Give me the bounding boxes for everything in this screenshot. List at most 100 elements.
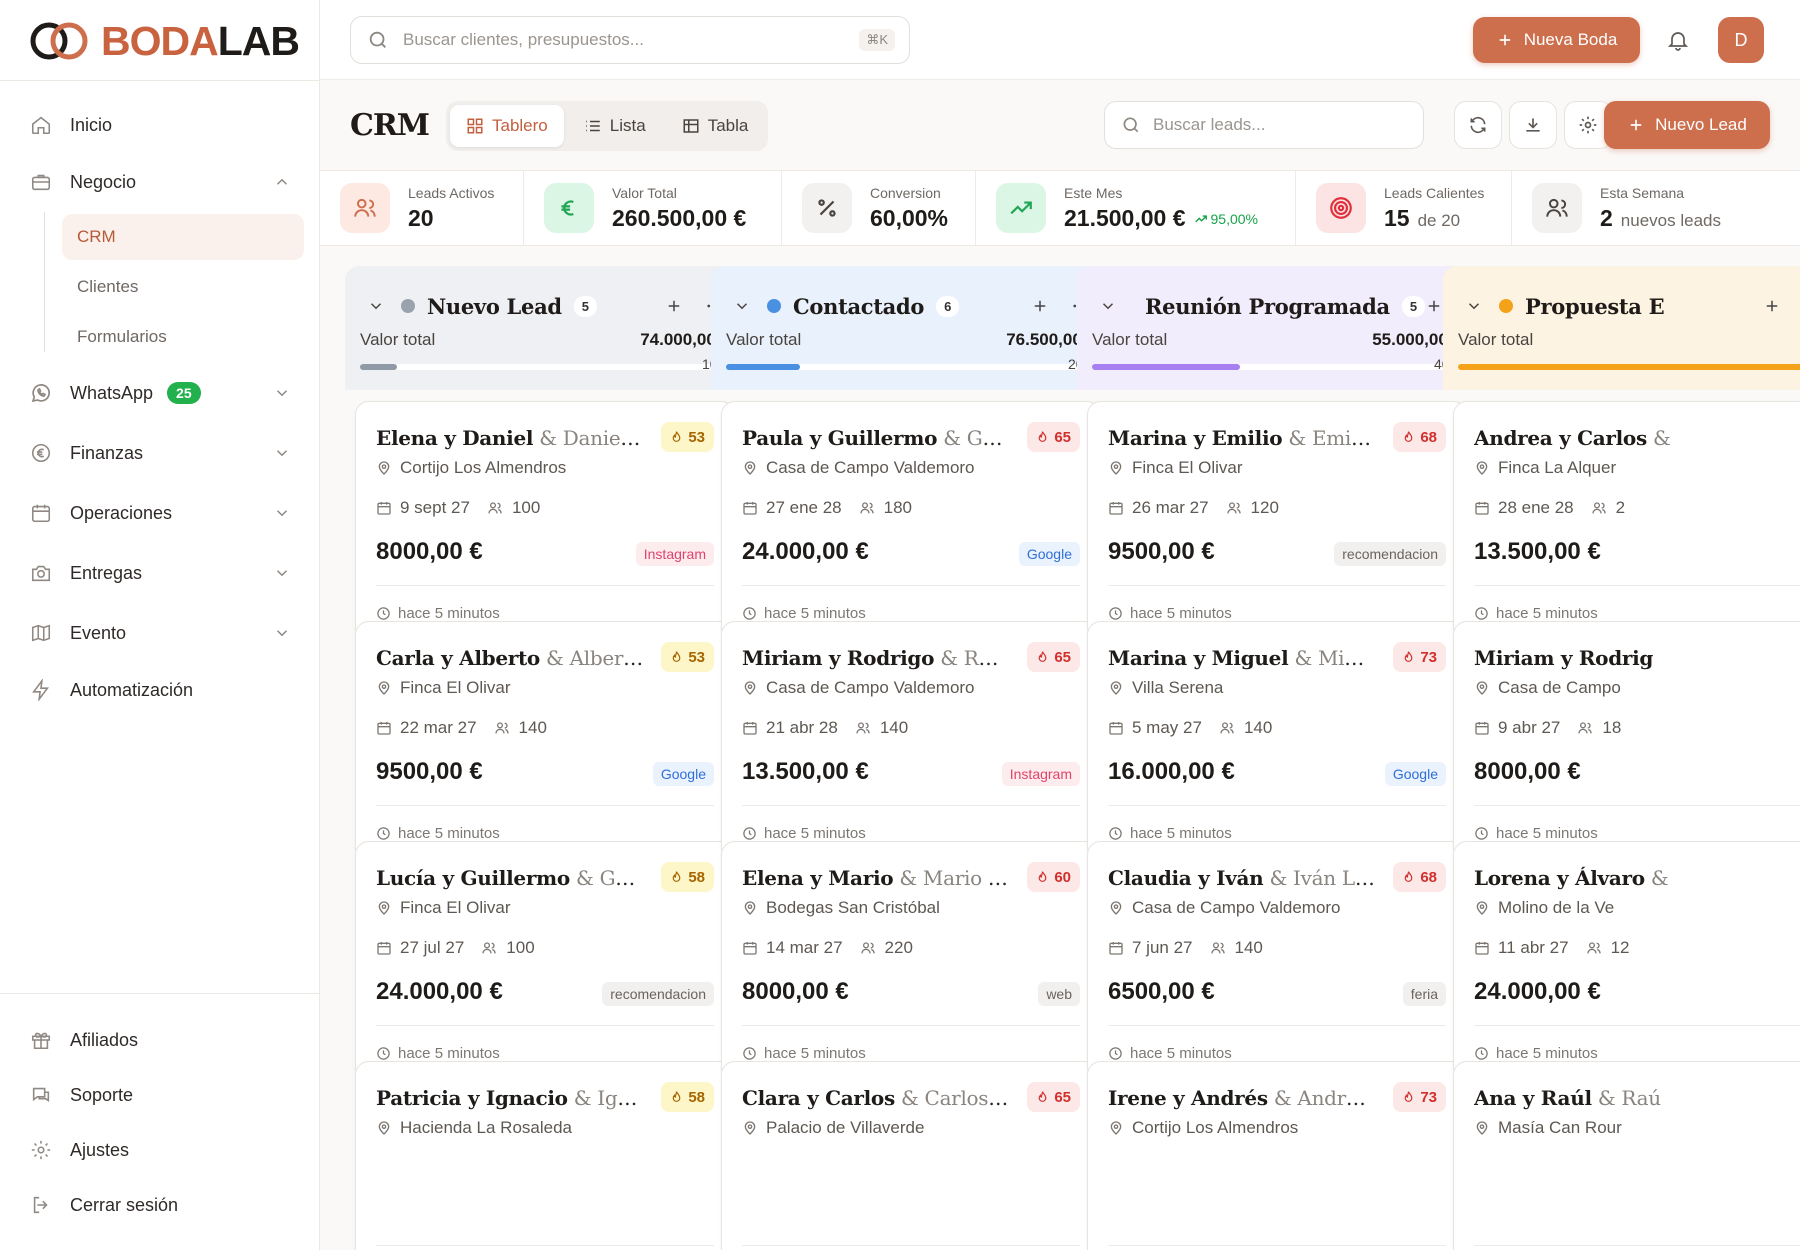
lead-timestamp: hace 5 minutos [1474,1045,1598,1062]
lead-card[interactable]: Lucía y Guillermo & Guillerm... 58 Finca… [355,841,735,1081]
tab-tablero[interactable]: Tablero [450,105,564,147]
sidebar-item-operaciones[interactable]: Operaciones [28,498,291,528]
clock-icon [1109,1047,1122,1060]
sidebar-item-label: Soporte [70,1084,134,1105]
sidebar-item-soporte[interactable]: Soporte [28,1080,291,1110]
wedding-date: 5 may 27 [1132,718,1202,737]
chevron-down-icon[interactable] [273,504,291,522]
lead-card[interactable]: Patricia y Ignacio & Ignacio Ar... 58 Ha… [355,1061,735,1250]
chevron-down-icon[interactable] [733,297,751,315]
avatar[interactable]: D [1718,17,1764,63]
lead-card[interactable]: Miriam y Rodrig Casa de Campo 9 abr 27 18… [1453,621,1800,861]
sidebar-item-automatizacion[interactable]: Automatización [28,675,291,705]
sidebar-item-formularios[interactable]: Formularios [62,314,304,360]
lead-card[interactable]: Elena y Mario & Mario Aguilar 60 Bodegas… [721,841,1101,1081]
new-lead-button[interactable]: Nuevo Lead [1604,101,1770,149]
partner-name: & [1650,866,1669,890]
users-icon [1591,502,1606,514]
sidebar-item-whatsapp[interactable]: WhatsApp 25 [28,378,291,408]
venue-name: Casa de Campo Valdemoro [1132,898,1341,917]
lead-card[interactable]: Marina y Miguel & Miguel Vega 73 Villa S… [1087,621,1467,861]
stat-label: Leads Calientes [1384,184,1485,201]
sidebar-item-negocio[interactable]: Negocio [28,167,291,197]
chevron-down-icon[interactable] [273,444,291,462]
lead-card[interactable]: Marina y Emilio & Emilio Ibáñez 68 Finca… [1087,401,1467,641]
sidebar-item-entregas[interactable]: Entregas [28,558,291,588]
venue: Casa de Campo Valdemoro [1108,898,1341,918]
lead-card[interactable]: Paula y Guillermo & Guillerm... 65 Casa … [721,401,1101,641]
lead-score: 65 [1054,1088,1071,1106]
lead-search-input[interactable] [1153,115,1423,135]
venue-name: Finca El Olivar [1132,458,1243,477]
venue-name: Casa de Campo Valdemoro [766,678,975,697]
home-icon [28,112,54,138]
calendar-icon [743,942,757,955]
lead-score: 65 [1054,648,1071,666]
stat-leads-activos: Leads Activos 20 [320,171,524,245]
tab-tabla[interactable]: Tabla [666,105,765,147]
lead-card[interactable]: Clara y Carlos & Carlos Herrero 65 Palac… [721,1061,1101,1250]
sidebar-item-label: Ajustes [70,1139,130,1160]
lead-card[interactable]: Carla y Alberto & Alberto Roldán 53 Finc… [355,621,735,861]
lead-card[interactable]: Miriam y Rodrigo & Rodrigo Z... 65 Casa … [721,621,1101,861]
add-lead-button[interactable] [1763,297,1781,315]
flame-icon [1038,1091,1047,1102]
time-ago: hace 5 minutos [1130,605,1232,622]
add-lead-button[interactable] [1425,297,1443,315]
location-pin-icon [1476,901,1488,915]
chevron-down-icon[interactable] [273,624,291,642]
lead-card[interactable]: Lorena y Álvaro & Molino de la Ve 11 abr… [1453,841,1800,1081]
lead-card[interactable]: Irene y Andrés & Andrés Ferrer 73 Cortij… [1087,1061,1467,1250]
whatsapp-icon [28,380,54,406]
sidebar-item-finanzas[interactable]: Finanzas [28,438,291,468]
users-icon [856,722,870,734]
sidebar-item-evento[interactable]: Evento [28,618,291,648]
couple-names: Marina y Emilio [1108,426,1283,450]
grid-icon [466,117,484,135]
lead-search[interactable] [1104,101,1424,149]
add-lead-button[interactable] [1031,297,1049,315]
guest-count: 180 [883,498,913,517]
chevron-down-icon[interactable] [1099,297,1117,315]
add-lead-button[interactable] [665,297,683,315]
stat-suffix: nuevos leads [1620,210,1721,230]
stage-color-dot [1499,299,1513,313]
notifications-button[interactable] [1658,20,1698,60]
tab-label: Tablero [492,116,548,135]
sidebar-item-ajustes[interactable]: Ajustes [28,1135,291,1165]
stat-value: 2 [1600,204,1613,231]
euro-icon [28,440,54,466]
stat-label: Este Mes [1064,184,1123,201]
lead-card[interactable]: Andrea y Carlos & Finca La Alquer 28 ene… [1453,401,1800,641]
sidebar-item-afiliados[interactable]: Afiliados [28,1025,291,1055]
download-button[interactable] [1509,101,1557,149]
lead-score-badge: 73 [1393,1082,1446,1112]
guest-count: 140 [879,718,909,737]
rings-logo-icon [30,22,88,60]
sidebar-item-clientes[interactable]: Clientes [62,264,304,310]
clock-icon [377,827,390,840]
sidebar-item-crm[interactable]: CRM [62,214,304,260]
lead-card[interactable]: Elena y Daniel & Daniel Mend... 53 Corti… [355,401,735,641]
lead-card[interactable]: Claudia y Iván & Iván Lozano 68 Casa de … [1087,841,1467,1081]
sidebar-item-inicio[interactable]: Inicio [28,110,291,140]
chevron-down-icon[interactable] [273,564,291,582]
source-tag: Instagram [1001,762,1080,786]
sidebar-item-cerrar-sesion[interactable]: Cerrar sesión [28,1190,291,1220]
global-search-input[interactable] [403,30,860,50]
chevron-down-icon[interactable] [1465,297,1483,315]
brand-logo[interactable]: BODALAB [29,18,300,64]
chevron-up-icon[interactable] [273,173,291,191]
lightning-icon [28,677,54,703]
new-wedding-button[interactable]: Nueva Boda [1473,17,1640,63]
refresh-button[interactable] [1454,101,1502,149]
global-search[interactable]: ⌘K [350,16,910,64]
chevron-down-icon[interactable] [367,297,385,315]
progress-fill [726,364,800,370]
lead-card[interactable]: Ana y Raúl & Raú Masía Can Rour [1453,1061,1800,1250]
chevron-down-icon[interactable] [273,384,291,402]
location-pin-icon [378,901,390,915]
tab-lista[interactable]: Lista [568,105,662,147]
flame-icon [1038,871,1047,882]
lead-amount: 9500,00 € [376,758,483,785]
